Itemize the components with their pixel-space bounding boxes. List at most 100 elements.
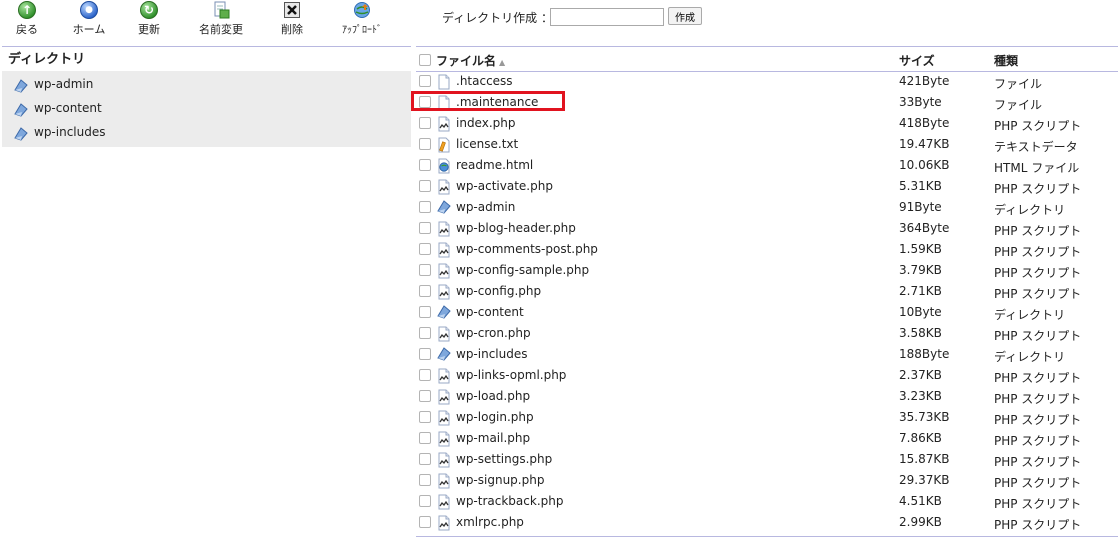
file-row[interactable]: wp-config.php 2.71KB PHP スクリプト bbox=[416, 281, 1118, 302]
file-row[interactable]: wp-trackback.php 4.51KB PHP スクリプト bbox=[416, 491, 1118, 512]
file-size: 2.99KB bbox=[899, 515, 942, 529]
file-name[interactable]: .htaccess bbox=[456, 74, 513, 88]
row-checkbox[interactable] bbox=[419, 327, 431, 339]
file-name[interactable]: wp-comments-post.php bbox=[456, 242, 598, 256]
row-checkbox[interactable] bbox=[419, 306, 431, 318]
php-icon bbox=[437, 431, 451, 450]
file-name[interactable]: wp-login.php bbox=[456, 410, 534, 424]
refresh-button[interactable]: ↻ 更新 bbox=[117, 0, 181, 44]
php-icon bbox=[437, 179, 451, 198]
file-name[interactable]: wp-activate.php bbox=[456, 179, 553, 193]
file-name[interactable]: readme.html bbox=[456, 158, 533, 172]
tree-item-wp-admin[interactable]: wp-admin bbox=[2, 72, 411, 96]
tree-item-wp-content[interactable]: wp-content bbox=[2, 96, 411, 120]
file-size: 364Byte bbox=[899, 221, 950, 235]
file-row[interactable]: wp-blog-header.php 364Byte PHP スクリプト bbox=[416, 218, 1118, 239]
column-header-name[interactable]: ファイル名 ▲ bbox=[436, 52, 505, 69]
row-checkbox[interactable] bbox=[419, 201, 431, 213]
file-size: 4.51KB bbox=[899, 494, 942, 508]
file-name[interactable]: wp-trackback.php bbox=[456, 494, 563, 508]
file-row[interactable]: index.php 418Byte PHP スクリプト bbox=[416, 113, 1118, 134]
file-row[interactable]: wp-cron.php 3.58KB PHP スクリプト bbox=[416, 323, 1118, 344]
column-header-type[interactable]: 種類 bbox=[994, 52, 1018, 69]
row-checkbox[interactable] bbox=[419, 495, 431, 507]
row-checkbox[interactable] bbox=[419, 159, 431, 171]
file-name[interactable]: wp-mail.php bbox=[456, 431, 530, 445]
create-directory-label: ディレクトリ作成 ： bbox=[442, 11, 553, 25]
row-checkbox[interactable] bbox=[419, 432, 431, 444]
upload-button[interactable]: ｱｯﾌﾟﾛｰﾄﾞ bbox=[330, 0, 394, 44]
back-button[interactable]: ↑ 戻る bbox=[0, 0, 59, 44]
file-row[interactable]: wp-content 10Byte ディレクトリ bbox=[416, 302, 1118, 323]
row-checkbox[interactable] bbox=[419, 264, 431, 276]
file-name[interactable]: wp-content bbox=[456, 305, 524, 319]
file-name[interactable]: wp-admin bbox=[456, 200, 515, 214]
file-row[interactable]: wp-settings.php 15.87KB PHP スクリプト bbox=[416, 449, 1118, 470]
row-checkbox[interactable] bbox=[419, 453, 431, 465]
toolbar: ↑ 戻る ● ホーム ↻ 更新 名前変更 削除 ｱｯﾌﾟﾛｰﾄﾞ bbox=[0, 0, 410, 44]
file-row[interactable]: wp-admin 91Byte ディレクトリ bbox=[416, 197, 1118, 218]
row-checkbox[interactable] bbox=[419, 390, 431, 402]
tree-item-wp-includes[interactable]: wp-includes bbox=[2, 120, 411, 144]
row-checkbox[interactable] bbox=[419, 474, 431, 486]
file-name[interactable]: index.php bbox=[456, 116, 515, 130]
file-name[interactable]: wp-signup.php bbox=[456, 473, 544, 487]
row-checkbox[interactable] bbox=[419, 348, 431, 360]
select-all-checkbox[interactable] bbox=[419, 54, 431, 66]
file-row[interactable]: wp-login.php 35.73KB PHP スクリプト bbox=[416, 407, 1118, 428]
file-row[interactable]: wp-load.php 3.23KB PHP スクリプト bbox=[416, 386, 1118, 407]
rename-button[interactable]: 名前変更 bbox=[189, 0, 253, 44]
file-type: ファイル bbox=[994, 98, 1043, 112]
file-name[interactable]: license.txt bbox=[456, 137, 518, 151]
file-size: 188Byte bbox=[899, 347, 950, 361]
file-row[interactable]: readme.html 10.06KB HTML ファイル bbox=[416, 155, 1118, 176]
file-size: 3.23KB bbox=[899, 389, 942, 403]
directory-name-input[interactable] bbox=[550, 8, 664, 26]
row-checkbox[interactable] bbox=[419, 369, 431, 381]
file-list-bottom-divider bbox=[416, 536, 1118, 537]
file-row[interactable]: wp-includes 188Byte ディレクトリ bbox=[416, 344, 1118, 365]
text-icon bbox=[437, 137, 451, 156]
row-checkbox[interactable] bbox=[419, 243, 431, 255]
home-icon: ● bbox=[80, 1, 98, 19]
file-name[interactable]: wp-config-sample.php bbox=[456, 263, 589, 277]
file-type: PHP スクリプト bbox=[994, 266, 1082, 280]
file-name[interactable]: wp-cron.php bbox=[456, 326, 531, 340]
file-row[interactable]: license.txt 19.47KB テキストデータ bbox=[416, 134, 1118, 155]
row-checkbox[interactable] bbox=[419, 516, 431, 528]
row-checkbox[interactable] bbox=[419, 138, 431, 150]
row-checkbox[interactable] bbox=[419, 222, 431, 234]
rename-icon bbox=[212, 1, 230, 19]
file-row[interactable]: .htaccess 421Byte ファイル bbox=[416, 71, 1118, 92]
file-row[interactable]: wp-mail.php 7.86KB PHP スクリプト bbox=[416, 428, 1118, 449]
file-name[interactable]: wp-config.php bbox=[456, 284, 541, 298]
file-row[interactable]: wp-links-opml.php 2.37KB PHP スクリプト bbox=[416, 365, 1118, 386]
create-button[interactable]: 作成 bbox=[668, 7, 702, 25]
file-name[interactable]: wp-settings.php bbox=[456, 452, 552, 466]
tree-item-label: wp-includes bbox=[34, 125, 106, 139]
row-checkbox[interactable] bbox=[419, 117, 431, 129]
file-row[interactable]: wp-signup.php 29.37KB PHP スクリプト bbox=[416, 470, 1118, 491]
file-name[interactable]: xmlrpc.php bbox=[456, 515, 524, 529]
row-checkbox[interactable] bbox=[419, 411, 431, 423]
home-label: ホーム bbox=[72, 23, 106, 36]
file-row[interactable]: wp-activate.php 5.31KB PHP スクリプト bbox=[416, 176, 1118, 197]
column-header-size[interactable]: サイズ bbox=[899, 52, 935, 69]
row-checkbox[interactable] bbox=[419, 285, 431, 297]
directory-tree: wp-admin wp-content wp-includes bbox=[2, 71, 411, 147]
file-row[interactable]: wp-comments-post.php 1.59KB PHP スクリプト bbox=[416, 239, 1118, 260]
file-size: 5.31KB bbox=[899, 179, 942, 193]
home-button[interactable]: ● ホーム bbox=[57, 0, 121, 44]
file-size: 1.59KB bbox=[899, 242, 942, 256]
file-name[interactable]: wp-links-opml.php bbox=[456, 368, 566, 382]
file-name[interactable]: wp-blog-header.php bbox=[456, 221, 576, 235]
delete-button[interactable]: 削除 bbox=[260, 0, 324, 44]
file-row[interactable]: xmlrpc.php 2.99KB PHP スクリプト bbox=[416, 512, 1118, 533]
folder-icon bbox=[437, 347, 451, 364]
file-row[interactable]: wp-config-sample.php 3.79KB PHP スクリプト bbox=[416, 260, 1118, 281]
file-name[interactable]: wp-load.php bbox=[456, 389, 530, 403]
file-name[interactable]: wp-includes bbox=[456, 347, 528, 361]
php-icon bbox=[437, 494, 451, 513]
row-checkbox[interactable] bbox=[419, 75, 431, 87]
row-checkbox[interactable] bbox=[419, 180, 431, 192]
